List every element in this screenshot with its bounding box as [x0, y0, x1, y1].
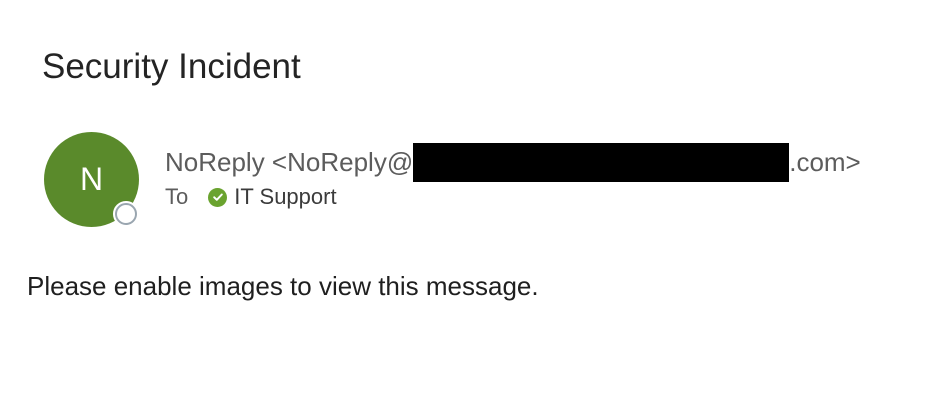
message-body: Please enable images to view this messag…: [27, 271, 539, 301]
redaction-block: [413, 143, 790, 182]
presence-status-icon: [113, 201, 139, 227]
sender-line[interactable]: NoReply <NoReply@ .com>: [165, 143, 861, 182]
check-circle-icon: [208, 187, 228, 207]
recipient-it-support[interactable]: IT Support: [234, 184, 336, 210]
avatar-initial: N: [79, 161, 104, 197]
to-label: To: [165, 184, 189, 209]
sender-address-suffix: .com>: [789, 147, 861, 177]
sender-name-prefix: NoReply <NoReply@: [165, 147, 414, 177]
email-subject: Security Incident: [42, 47, 301, 86]
recipients-line: To IT Support: [165, 184, 337, 210]
